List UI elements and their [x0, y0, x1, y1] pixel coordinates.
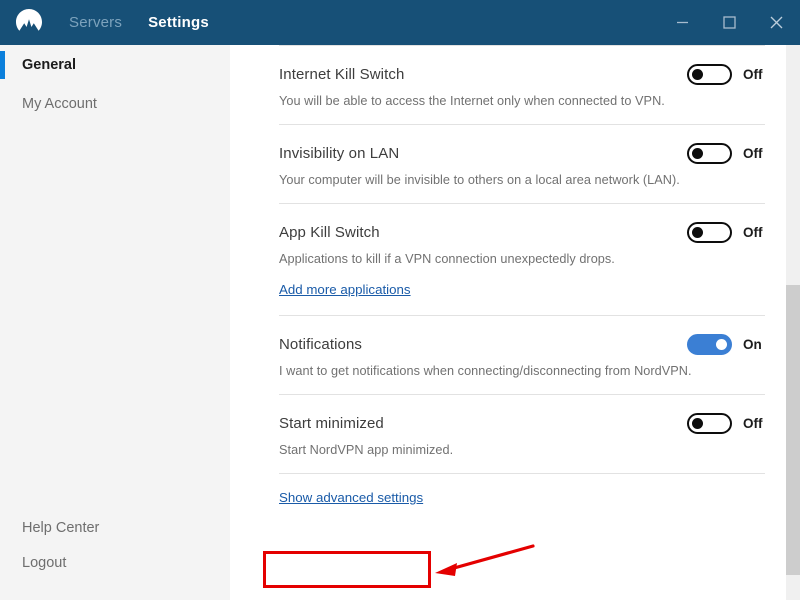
- setting-description: I want to get notifications when connect…: [279, 364, 692, 378]
- row-header: Notifications On: [279, 334, 765, 355]
- sidebar-item-label: Help Center: [22, 519, 100, 536]
- row-header: Invisibility on LAN Off: [279, 143, 765, 164]
- top-nav: Servers Settings: [69, 0, 235, 45]
- toggle-knob: [692, 418, 703, 429]
- setting-description: You will be able to access the Internet …: [279, 94, 665, 108]
- nordvpn-settings-window: Servers Settings General My Account Help…: [0, 0, 800, 600]
- close-button[interactable]: [753, 0, 800, 45]
- toggle-state-label: Off: [743, 146, 763, 161]
- toggle-state-label: Off: [743, 416, 763, 431]
- toggle-knob: [692, 227, 703, 238]
- toggle-notifications[interactable]: [687, 334, 732, 355]
- sidebar: General My Account Help Center Logout: [0, 45, 230, 600]
- window-controls: [659, 0, 800, 45]
- nav-servers[interactable]: Servers: [69, 0, 122, 45]
- setting-title: Internet Kill Switch: [279, 66, 405, 83]
- toggle-group: Off: [687, 413, 765, 434]
- toggle-group: Off: [687, 143, 765, 164]
- sidebar-item-help-center[interactable]: Help Center: [0, 510, 230, 545]
- close-icon: [770, 16, 783, 29]
- sidebar-item-label: Logout: [22, 554, 67, 571]
- nav-settings[interactable]: Settings: [148, 0, 209, 45]
- add-more-applications-link[interactable]: Add more applications: [279, 282, 411, 297]
- toggle-internet-kill-switch[interactable]: [687, 64, 732, 85]
- toggle-group: Off: [687, 222, 765, 243]
- setting-description: Start NordVPN app minimized.: [279, 443, 454, 457]
- setting-row-internet-kill-switch: Internet Kill Switch Off You will be abl…: [230, 46, 786, 124]
- setting-title: Invisibility on LAN: [279, 145, 400, 162]
- maximize-button[interactable]: [706, 0, 753, 45]
- toggle-group: Off: [687, 64, 765, 85]
- maximize-icon: [723, 16, 736, 29]
- minimize-button[interactable]: [659, 0, 706, 45]
- sidebar-item-label: My Account: [22, 95, 97, 112]
- sidebar-secondary-nav: Help Center Logout: [0, 510, 230, 580]
- setting-description: Applications to kill if a VPN connection…: [279, 252, 615, 266]
- toggle-state-label: On: [743, 337, 762, 352]
- sidebar-item-my-account[interactable]: My Account: [0, 84, 230, 123]
- sidebar-item-label: General: [22, 56, 76, 73]
- setting-description: Your computer will be invisible to other…: [279, 173, 680, 187]
- row-header: Start minimized Off: [279, 413, 765, 434]
- nordvpn-logo-icon: [11, 5, 47, 41]
- setting-row-app-kill-switch: App Kill Switch Off Applications to kill…: [230, 204, 786, 315]
- row-header: App Kill Switch Off: [279, 222, 765, 243]
- settings-list: Internet Kill Switch Off You will be abl…: [230, 45, 786, 525]
- sidebar-item-logout[interactable]: Logout: [0, 545, 230, 580]
- setting-row-start-minimized: Start minimized Off Start NordVPN app mi…: [230, 395, 786, 473]
- setting-row-notifications: Notifications On I want to get notificat…: [230, 316, 786, 394]
- sidebar-item-general[interactable]: General: [0, 45, 230, 84]
- toggle-state-label: Off: [743, 225, 763, 240]
- toggle-invisibility-on-lan[interactable]: [687, 143, 732, 164]
- setting-title: Start minimized: [279, 415, 384, 432]
- show-advanced-settings-link[interactable]: Show advanced settings: [279, 490, 423, 505]
- minimize-icon: [677, 21, 688, 24]
- toggle-knob: [692, 148, 703, 159]
- scrollbar-thumb[interactable]: [786, 285, 800, 575]
- toggle-knob: [716, 339, 727, 350]
- toggle-state-label: Off: [743, 67, 763, 82]
- toggle-group: On: [687, 334, 765, 355]
- toggle-app-kill-switch[interactable]: [687, 222, 732, 243]
- setting-title: App Kill Switch: [279, 224, 380, 241]
- settings-content: Internet Kill Switch Off You will be abl…: [230, 45, 786, 600]
- setting-row-invisibility-on-lan: Invisibility on LAN Off Your computer wi…: [230, 125, 786, 203]
- content-scrollbar[interactable]: [786, 45, 800, 600]
- setting-row-advanced: Show advanced settings: [230, 474, 786, 525]
- toggle-knob: [692, 69, 703, 80]
- setting-title: Notifications: [279, 336, 363, 353]
- row-header: Internet Kill Switch Off: [279, 64, 765, 85]
- sidebar-primary-nav: General My Account: [0, 45, 230, 123]
- toggle-start-minimized[interactable]: [687, 413, 732, 434]
- title-bar: Servers Settings: [0, 0, 800, 45]
